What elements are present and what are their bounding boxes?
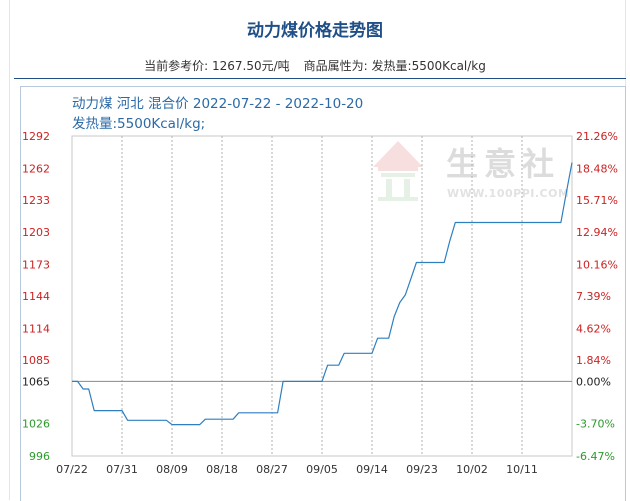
x-tick-label: 07/22	[56, 463, 88, 476]
watermark-text: 生意社	[446, 145, 560, 183]
y-left-tick-label: 1262	[22, 162, 50, 175]
y-right-tick-label: -3.70%	[576, 418, 615, 431]
y-right-tick-label: 10.16%	[576, 259, 618, 272]
watermark-url: WWW.100PPI.COM	[447, 187, 569, 200]
y-right-tick-label: 4.62%	[576, 322, 611, 335]
y-right-tick-label: -6.47%	[576, 450, 615, 463]
y-right-tick-label: 7.39%	[576, 290, 611, 303]
y-left-tick-label: 1144	[22, 290, 50, 303]
y-left-tick-label: 1203	[22, 226, 50, 239]
x-tick-label: 10/02	[456, 463, 488, 476]
y-right-tick-label: 12.94%	[576, 226, 618, 239]
grid-layer	[71, 135, 573, 457]
y-left-tick-label: 1233	[22, 194, 50, 207]
y-left-tick-label: 996	[29, 450, 50, 463]
x-tick-label: 09/05	[306, 463, 338, 476]
x-tick-label: 08/09	[156, 463, 188, 476]
y-left-tick-label: 1026	[22, 418, 50, 431]
y-right-tick-label: 15.71%	[576, 194, 618, 207]
x-tick-label: 10/11	[506, 463, 538, 476]
y-left-tick-label: 1085	[22, 354, 50, 367]
y-right-tick-label: 1.84%	[576, 354, 611, 367]
y-left-tick-label: 1292	[22, 130, 50, 143]
price-chart: 生意社 WWW.100PPI.COM 07/22 07/31 08/09 08/18 0…	[22, 130, 618, 476]
x-tick-label: 09/23	[406, 463, 438, 476]
y-left-tick-label: 1065	[22, 375, 50, 388]
y-left-tick-label: 1114	[22, 322, 50, 335]
y-right-tick-label: 18.48%	[576, 162, 618, 175]
x-tick-label: 07/31	[106, 463, 138, 476]
y-left-tick-label: 1173	[22, 259, 50, 272]
y-right-tick-label: 0.00%	[576, 375, 611, 388]
x-tick-label: 08/27	[256, 463, 288, 476]
x-tick-label: 08/18	[206, 463, 238, 476]
y-right-tick-label: 21.26%	[576, 130, 618, 143]
x-tick-label: 09/14	[356, 463, 388, 476]
watermark-logo	[373, 141, 423, 201]
